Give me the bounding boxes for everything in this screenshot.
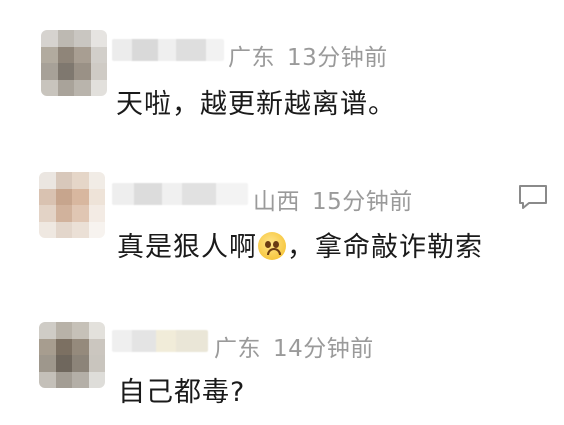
avatar[interactable] [39,322,105,388]
comment-text: 天啦，越更新越离谱。 [116,89,396,120]
comment-meta: 广东 13分钟前 [228,38,388,72]
comment-meta: 山西 15分钟前 [253,182,413,216]
worried-face-emoji [258,232,286,260]
comment-time: 15分钟前 [312,189,413,215]
comment-text-part: ，拿命敲诈勒索 [287,232,483,263]
comment-text: 真是狠人啊 ，拿命敲诈勒索 [117,225,483,264]
comment-time: 13分钟前 [287,45,388,71]
username-blurred[interactable] [112,39,224,61]
comment-location: 广东 [228,45,275,71]
username-blurred[interactable] [112,183,248,205]
comment-location: 山西 [253,189,300,215]
comment-text: 自己都毒? [118,377,246,408]
avatar[interactable] [39,172,105,238]
comment-location: 广东 [214,336,261,362]
comment-time: 14分钟前 [273,336,374,362]
comment-meta: 广东 14分钟前 [214,329,374,363]
avatar[interactable] [41,30,107,96]
comment-text-part: 真是狠人啊 [117,232,257,263]
comment-bubble-icon[interactable] [518,184,548,210]
username-blurred[interactable] [112,330,208,352]
